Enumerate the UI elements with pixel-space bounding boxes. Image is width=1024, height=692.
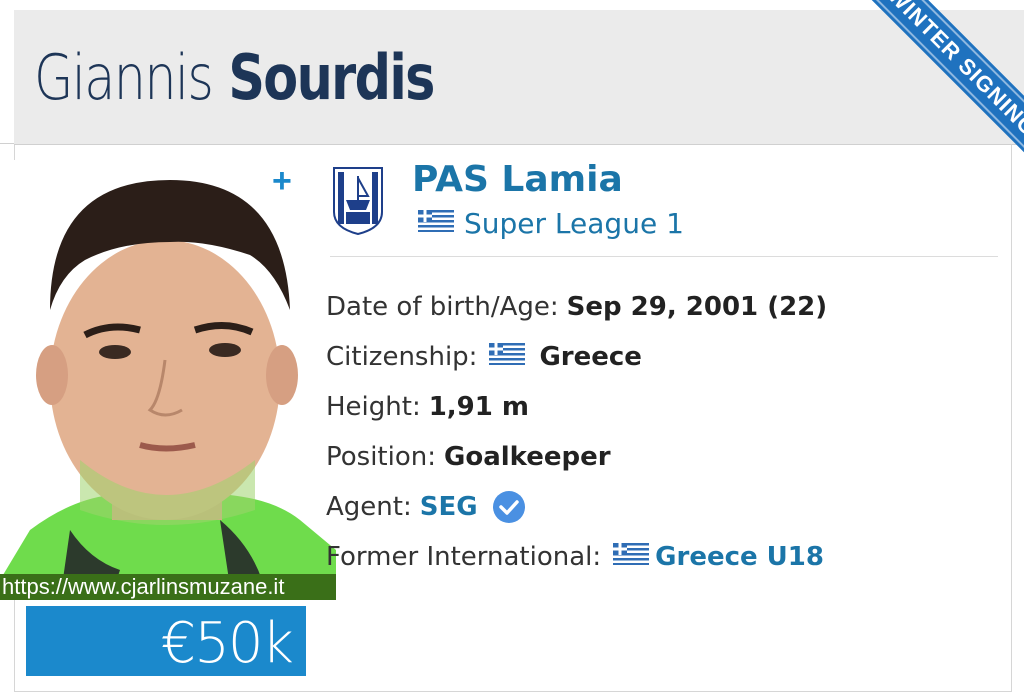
dob-value: Sep 29, 2001 (22) [566,292,828,322]
club-crest-icon[interactable] [330,164,386,236]
greece-flag-icon [489,342,526,372]
league-name: Super League 1 [464,206,684,240]
league-link[interactable]: Super League 1 [418,206,684,240]
club-name-link[interactable]: PAS Lamia [412,160,623,200]
watermark-url: https://www.cjarlinsmuzane.it [0,574,336,600]
agent-label: Agent: [326,492,412,522]
player-first-name: Giannis [34,41,214,114]
height-row: Height: 1,91 m [326,382,827,432]
dob-row: Date of birth/Age: Sep 29, 2001 (22) [326,282,827,332]
section-divider [330,256,998,257]
height-label: Height: [326,392,421,422]
greece-flag-icon [613,542,650,572]
former-international-row: Former International: Greece U18 [326,532,827,582]
position-value: Goalkeeper [444,442,611,472]
verified-check-icon [492,490,526,524]
citizenship-row: Citizenship: Greece [326,332,827,382]
former-international-label: Former International: [326,542,602,572]
citizenship-value: Greece [539,342,642,372]
player-last-name: Sourdis [228,41,435,114]
divider-line [0,143,14,144]
position-row: Position: Goalkeeper [326,432,827,482]
market-value[interactable]: €50k [26,606,306,676]
citizenship-label: Citizenship: [326,342,478,372]
player-details: Date of birth/Age: Sep 29, 2001 (22) Cit… [326,282,827,582]
player-name: Giannis Sourdis [34,38,435,118]
greece-flag-icon [418,209,454,237]
dob-label: Date of birth/Age: [326,292,559,322]
agent-row: Agent: SEG [326,482,827,532]
position-label: Position: [326,442,436,472]
player-photo [0,160,336,600]
height-value: 1,91 m [428,392,530,422]
plus-icon[interactable]: + [272,164,292,198]
agent-link[interactable]: SEG [420,492,478,522]
former-international-link[interactable]: Greece U18 [655,542,824,572]
